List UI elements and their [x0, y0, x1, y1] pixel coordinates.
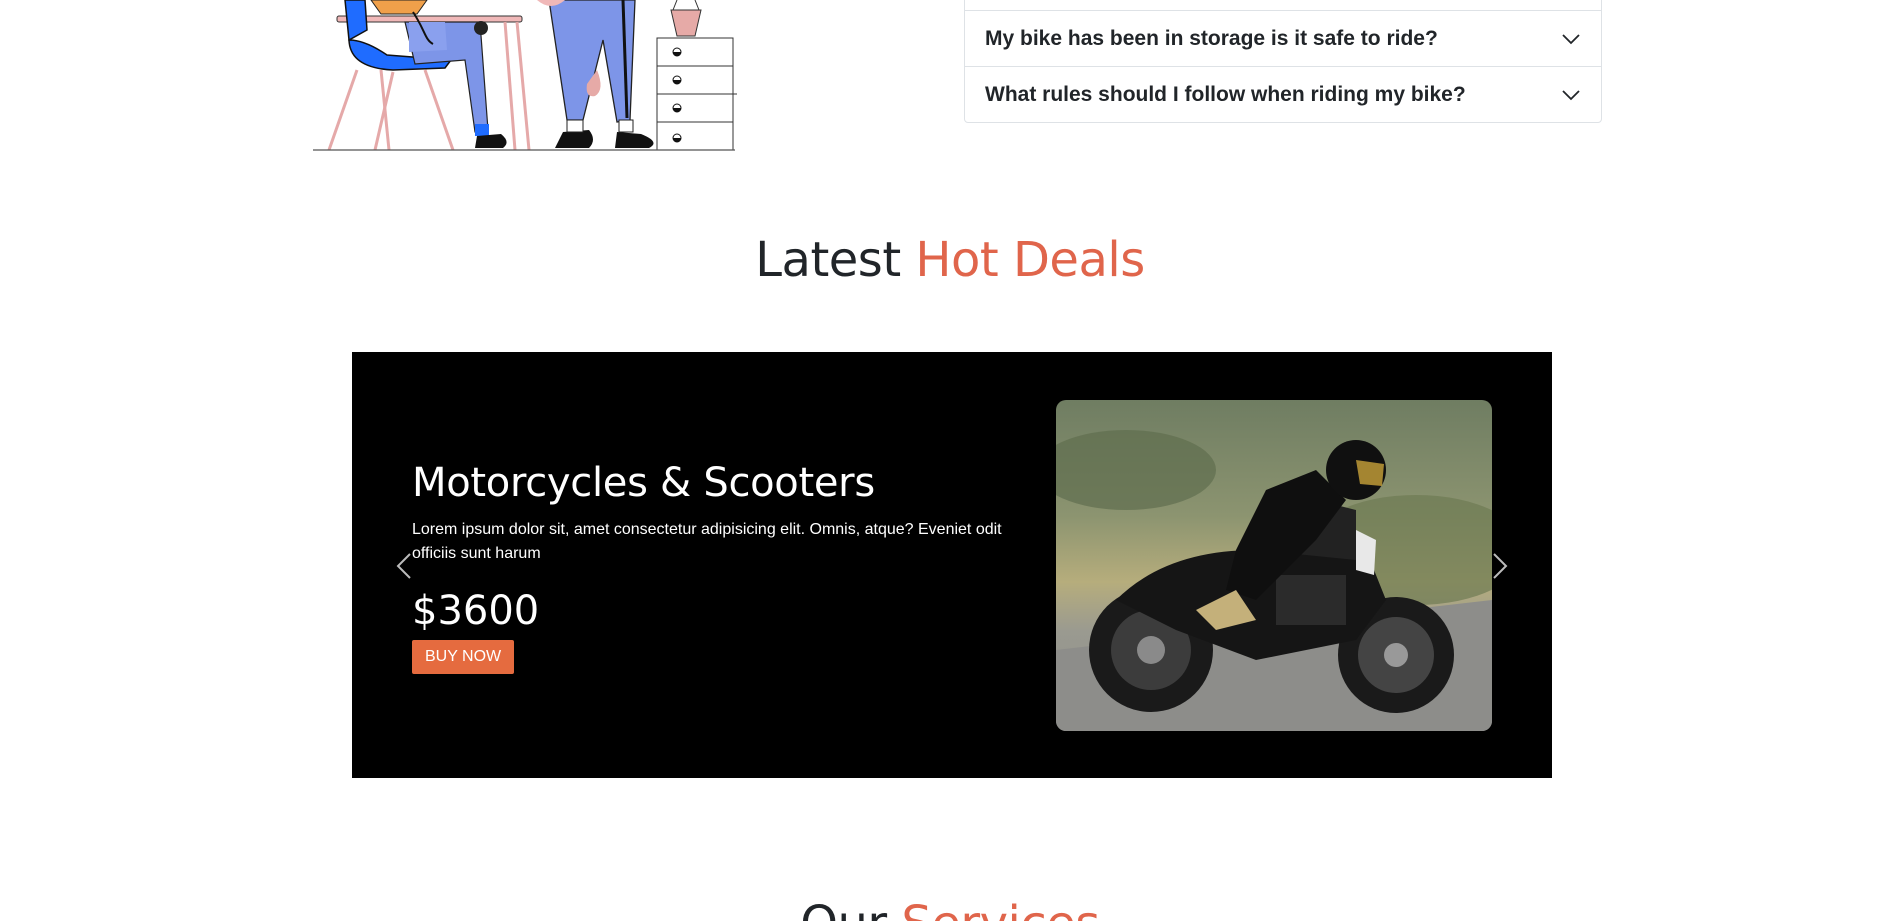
chevron-right-icon — [1493, 553, 1508, 579]
chevron-left-icon — [396, 553, 411, 579]
deals-heading-accent: Hot Deals — [915, 232, 1145, 288]
deals-carousel: Motorcycles & Scooters Lorem ipsum dolor… — [352, 352, 1552, 778]
slide-description: Lorem ipsum dolor sit, amet consectetur … — [412, 521, 1002, 562]
faq-item-storage[interactable]: My bike has been in storage is it safe t… — [965, 10, 1601, 66]
services-heading-accent: Services — [901, 896, 1100, 921]
page: My bike has been in storage is it safe t… — [0, 0, 1900, 921]
carousel-next-button[interactable] — [1484, 550, 1514, 582]
slide-price: $3600 — [412, 588, 540, 634]
faq-question: My bike has been in storage is it safe t… — [985, 26, 1438, 50]
buy-now-button[interactable]: BUY NOW — [412, 640, 515, 674]
slide-caption: Motorcycles & Scooters Lorem ipsum dolor… — [412, 460, 1012, 674]
deals-heading-plain: Latest — [755, 232, 901, 288]
carousel-prev-button[interactable] — [390, 550, 420, 582]
faq-item-previous — [965, 0, 1601, 10]
office-illustration — [305, 0, 740, 152]
services-heading-plain: Our — [800, 896, 887, 921]
motorcycle-photo — [1056, 400, 1492, 731]
slide-title: Motorcycles & Scooters — [412, 460, 875, 506]
faq-question: What rules should I follow when riding m… — [985, 82, 1466, 106]
chevron-down-icon — [1562, 33, 1580, 44]
faq-accordion: My bike has been in storage is it safe t… — [964, 0, 1602, 123]
deals-heading: Latest Hot Deals — [0, 232, 1900, 288]
chevron-down-icon — [1562, 89, 1580, 100]
faq-item-rules[interactable]: What rules should I follow when riding m… — [965, 66, 1601, 122]
services-heading: Our Services — [0, 896, 1900, 921]
